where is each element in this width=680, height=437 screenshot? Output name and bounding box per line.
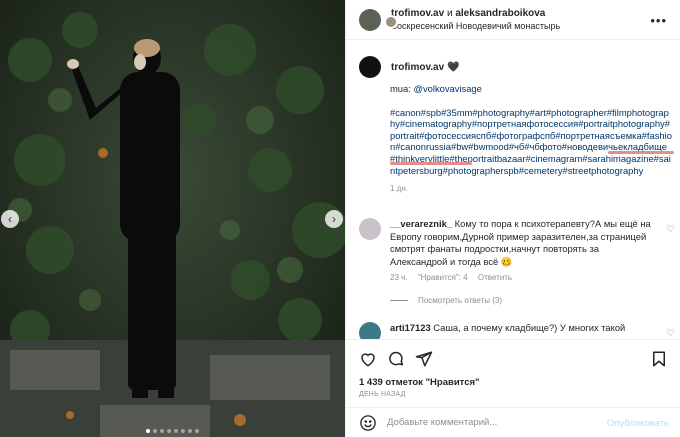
hashtags[interactable]: #canon#spb#35mm#photography#art#photogra…: [390, 107, 672, 177]
bookmark-icon[interactable]: [650, 350, 668, 368]
heart-icon[interactable]: [359, 350, 377, 368]
carousel-dot[interactable]: [167, 429, 171, 433]
caption-time: 1 дн.: [390, 184, 408, 194]
more-horizontal-icon[interactable]: •••: [650, 13, 667, 28]
comment-meta: 23 ч. "Нравится": 4 Ответить: [390, 272, 652, 285]
chevron-right-icon[interactable]: ›: [325, 210, 343, 228]
username-link[interactable]: trofimov.av: [391, 8, 444, 19]
caption-body: mua: @volkovavisage #canon#spb#35mm#phot…: [390, 83, 672, 195]
view-replies[interactable]: Посмотреть ответы (3): [390, 296, 502, 305]
location-link[interactable]: Воскресенский Новодевичий монастырь: [391, 20, 560, 33]
avatar[interactable]: [384, 15, 398, 29]
annotation-underline: [390, 162, 472, 165]
comment-likes[interactable]: "Нравится": 4: [418, 273, 468, 282]
mua-link[interactable]: @volkovavisage: [413, 83, 481, 94]
post-header: trofimov.av и aleksandraboikova Воскресе…: [346, 0, 680, 40]
add-comment-bar: Опубликовать: [346, 407, 680, 437]
avatar[interactable]: [359, 56, 381, 78]
view-replies-label[interactable]: Посмотреть ответы (3): [418, 296, 502, 305]
comments-scroll[interactable]: trofimov.av 🖤 mua: @volkovavisage #canon…: [346, 41, 680, 339]
black-heart-emoji: 🖤: [447, 61, 460, 73]
carousel-dot[interactable]: [146, 429, 150, 433]
chevron-left-icon[interactable]: ‹: [1, 210, 19, 228]
avatar[interactable]: [359, 322, 381, 339]
carousel-dot[interactable]: [153, 429, 157, 433]
and-text: и: [446, 7, 453, 19]
heart-icon[interactable]: ♡: [666, 224, 675, 235]
carousel-dot[interactable]: [174, 429, 178, 433]
carousel-dot[interactable]: [195, 429, 199, 433]
header-text: trofimov.av и aleksandraboikova Воскресе…: [391, 7, 560, 33]
header-users: trofimov.av и aleksandraboikova: [391, 7, 560, 20]
caption-header: trofimov.av 🖤: [359, 56, 460, 78]
comment-text: Саша, а почему кладбище?) У многих такой: [433, 322, 626, 333]
publish-button[interactable]: Опубликовать: [607, 418, 669, 429]
emoji-icon[interactable]: [359, 414, 377, 432]
instagram-post: ‹ › trofimov.av и aleksandraboikova Воск…: [0, 0, 680, 437]
comment-body: __verareznik_ Кому то пора к психотерапе…: [390, 218, 652, 285]
avatar[interactable]: [359, 8, 381, 31]
post-photo: [0, 0, 345, 437]
comment-body: arti17123 Саша, а почему кладбище?) У мн…: [390, 322, 652, 335]
share-icon[interactable]: [415, 350, 433, 368]
likes-count[interactable]: 1 439 отметок "Нравится": [359, 377, 480, 388]
replies-line: [390, 300, 408, 301]
annotation-underline: [608, 151, 674, 154]
comment-username[interactable]: arti17123: [390, 322, 431, 333]
avatar[interactable]: [359, 218, 381, 240]
mua-line: mua: @volkovavisage: [390, 83, 672, 95]
mua-label: mua:: [390, 83, 414, 94]
comment-icon[interactable]: [387, 350, 405, 368]
action-bar: [346, 339, 680, 374]
reply-button[interactable]: Ответить: [478, 273, 512, 282]
caption-username[interactable]: trofimov.av: [391, 62, 444, 73]
carousel-dot[interactable]: [188, 429, 192, 433]
post-media[interactable]: ‹ ›: [0, 0, 345, 437]
post-sidebar: trofimov.av и aleksandraboikova Воскресе…: [345, 0, 680, 437]
comment-input[interactable]: [387, 417, 627, 428]
carousel-dot[interactable]: [160, 429, 164, 433]
carousel-dot[interactable]: [181, 429, 185, 433]
post-date: День назад: [359, 391, 406, 398]
heart-icon[interactable]: ♡: [666, 328, 675, 339]
username-link[interactable]: aleksandraboikova: [455, 8, 545, 19]
comment-username[interactable]: __verareznik_: [390, 218, 452, 229]
carousel-dots: [0, 429, 345, 433]
comment-time: 23 ч.: [390, 273, 408, 282]
